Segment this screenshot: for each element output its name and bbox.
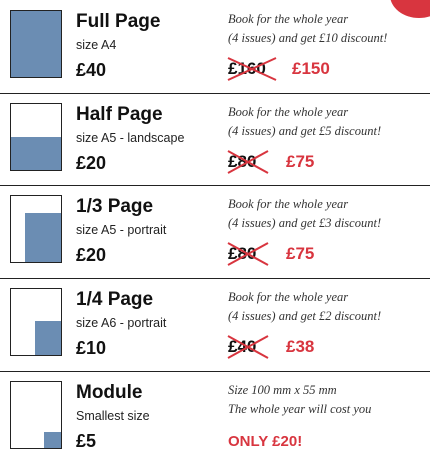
option-size: Smallest size xyxy=(76,409,150,423)
option-price: £40 xyxy=(76,60,107,80)
row-divider xyxy=(0,371,430,372)
strikethrough-cross-icon xyxy=(227,242,269,266)
offer-line-1: Size 100 mm x 55 mm xyxy=(228,383,337,397)
quarter-page-fill xyxy=(35,320,61,355)
discounted-price: £150 xyxy=(292,59,330,78)
offer-line-2: (4 issues) and get £10 discount! xyxy=(228,31,388,45)
old-price: £80 xyxy=(227,150,272,174)
offer-text: Size 100 mm x 55 mm The whole year will … xyxy=(228,381,371,419)
option-price: £20 xyxy=(76,245,107,265)
discounted-price: £75 xyxy=(286,244,315,263)
full-page-fill xyxy=(11,11,61,77)
half-page-fill xyxy=(11,137,61,170)
offer-line-1: Book for the whole year xyxy=(228,197,349,211)
option-size: size A6 - portrait xyxy=(76,316,167,330)
offer-text: Book for the whole year (4 issues) and g… xyxy=(228,195,381,233)
option-price: £20 xyxy=(76,153,107,173)
offer-line-2: (4 issues) and get £3 discount! xyxy=(228,216,382,230)
old-price: £160 xyxy=(227,57,280,81)
old-price: £40 xyxy=(227,335,272,359)
row-divider xyxy=(0,185,430,186)
module-fill xyxy=(44,432,61,448)
discounted-price: £38 xyxy=(286,337,315,356)
module-thumbnail xyxy=(10,381,62,449)
discounted-price: £75 xyxy=(286,152,315,171)
strikethrough-cross-icon xyxy=(227,335,269,359)
half-page-thumbnail xyxy=(10,103,62,171)
option-size: size A5 - landscape xyxy=(76,131,185,145)
strikethrough-cross-icon xyxy=(227,57,277,81)
yearly-price-highlight: ONLY £20! xyxy=(228,433,303,450)
offer-text: Book for the whole year (4 issues) and g… xyxy=(228,10,387,48)
offer-line-1: Book for the whole year xyxy=(228,290,349,304)
option-size: size A4 xyxy=(76,38,117,52)
option-name: 1/3 Page xyxy=(76,196,154,217)
old-price: £80 xyxy=(227,242,272,266)
strikethrough-cross-icon xyxy=(227,150,269,174)
ad-option-module: Module Smallest size £5 Size 100 mm x 55… xyxy=(0,371,430,458)
option-size: size A5 - portrait xyxy=(76,223,167,237)
full-page-thumbnail xyxy=(10,10,62,78)
offer-line-2: The whole year will cost you xyxy=(228,402,372,416)
offer-line-1: Book for the whole year xyxy=(228,12,349,26)
ad-option-third-page: 1/3 Page size A5 - portrait £20 Book for… xyxy=(0,185,430,275)
option-name: Half Page xyxy=(76,104,163,125)
option-name: Module xyxy=(76,382,143,403)
row-divider xyxy=(0,278,430,279)
option-price: £10 xyxy=(76,338,107,358)
ad-option-quarter-page: 1/4 Page size A6 - portrait £10 Book for… xyxy=(0,278,430,368)
third-page-thumbnail xyxy=(10,195,62,263)
third-page-fill xyxy=(25,213,61,262)
row-divider xyxy=(0,93,430,94)
quarter-page-thumbnail xyxy=(10,288,62,356)
option-name: 1/4 Page xyxy=(76,289,154,310)
offer-text: Book for the whole year (4 issues) and g… xyxy=(228,288,381,326)
ad-option-full-page: Full Page size A4 £40 Book for the whole… xyxy=(0,0,430,90)
option-name: Full Page xyxy=(76,11,161,32)
offer-line-2: (4 issues) and get £2 discount! xyxy=(228,309,382,323)
option-price: £5 xyxy=(76,431,97,451)
ad-option-half-page: Half Page size A5 - landscape £20 Book f… xyxy=(0,93,430,183)
offer-text: Book for the whole year (4 issues) and g… xyxy=(228,103,381,141)
offer-line-2: (4 issues) and get £5 discount! xyxy=(228,124,382,138)
offer-line-1: Book for the whole year xyxy=(228,105,349,119)
